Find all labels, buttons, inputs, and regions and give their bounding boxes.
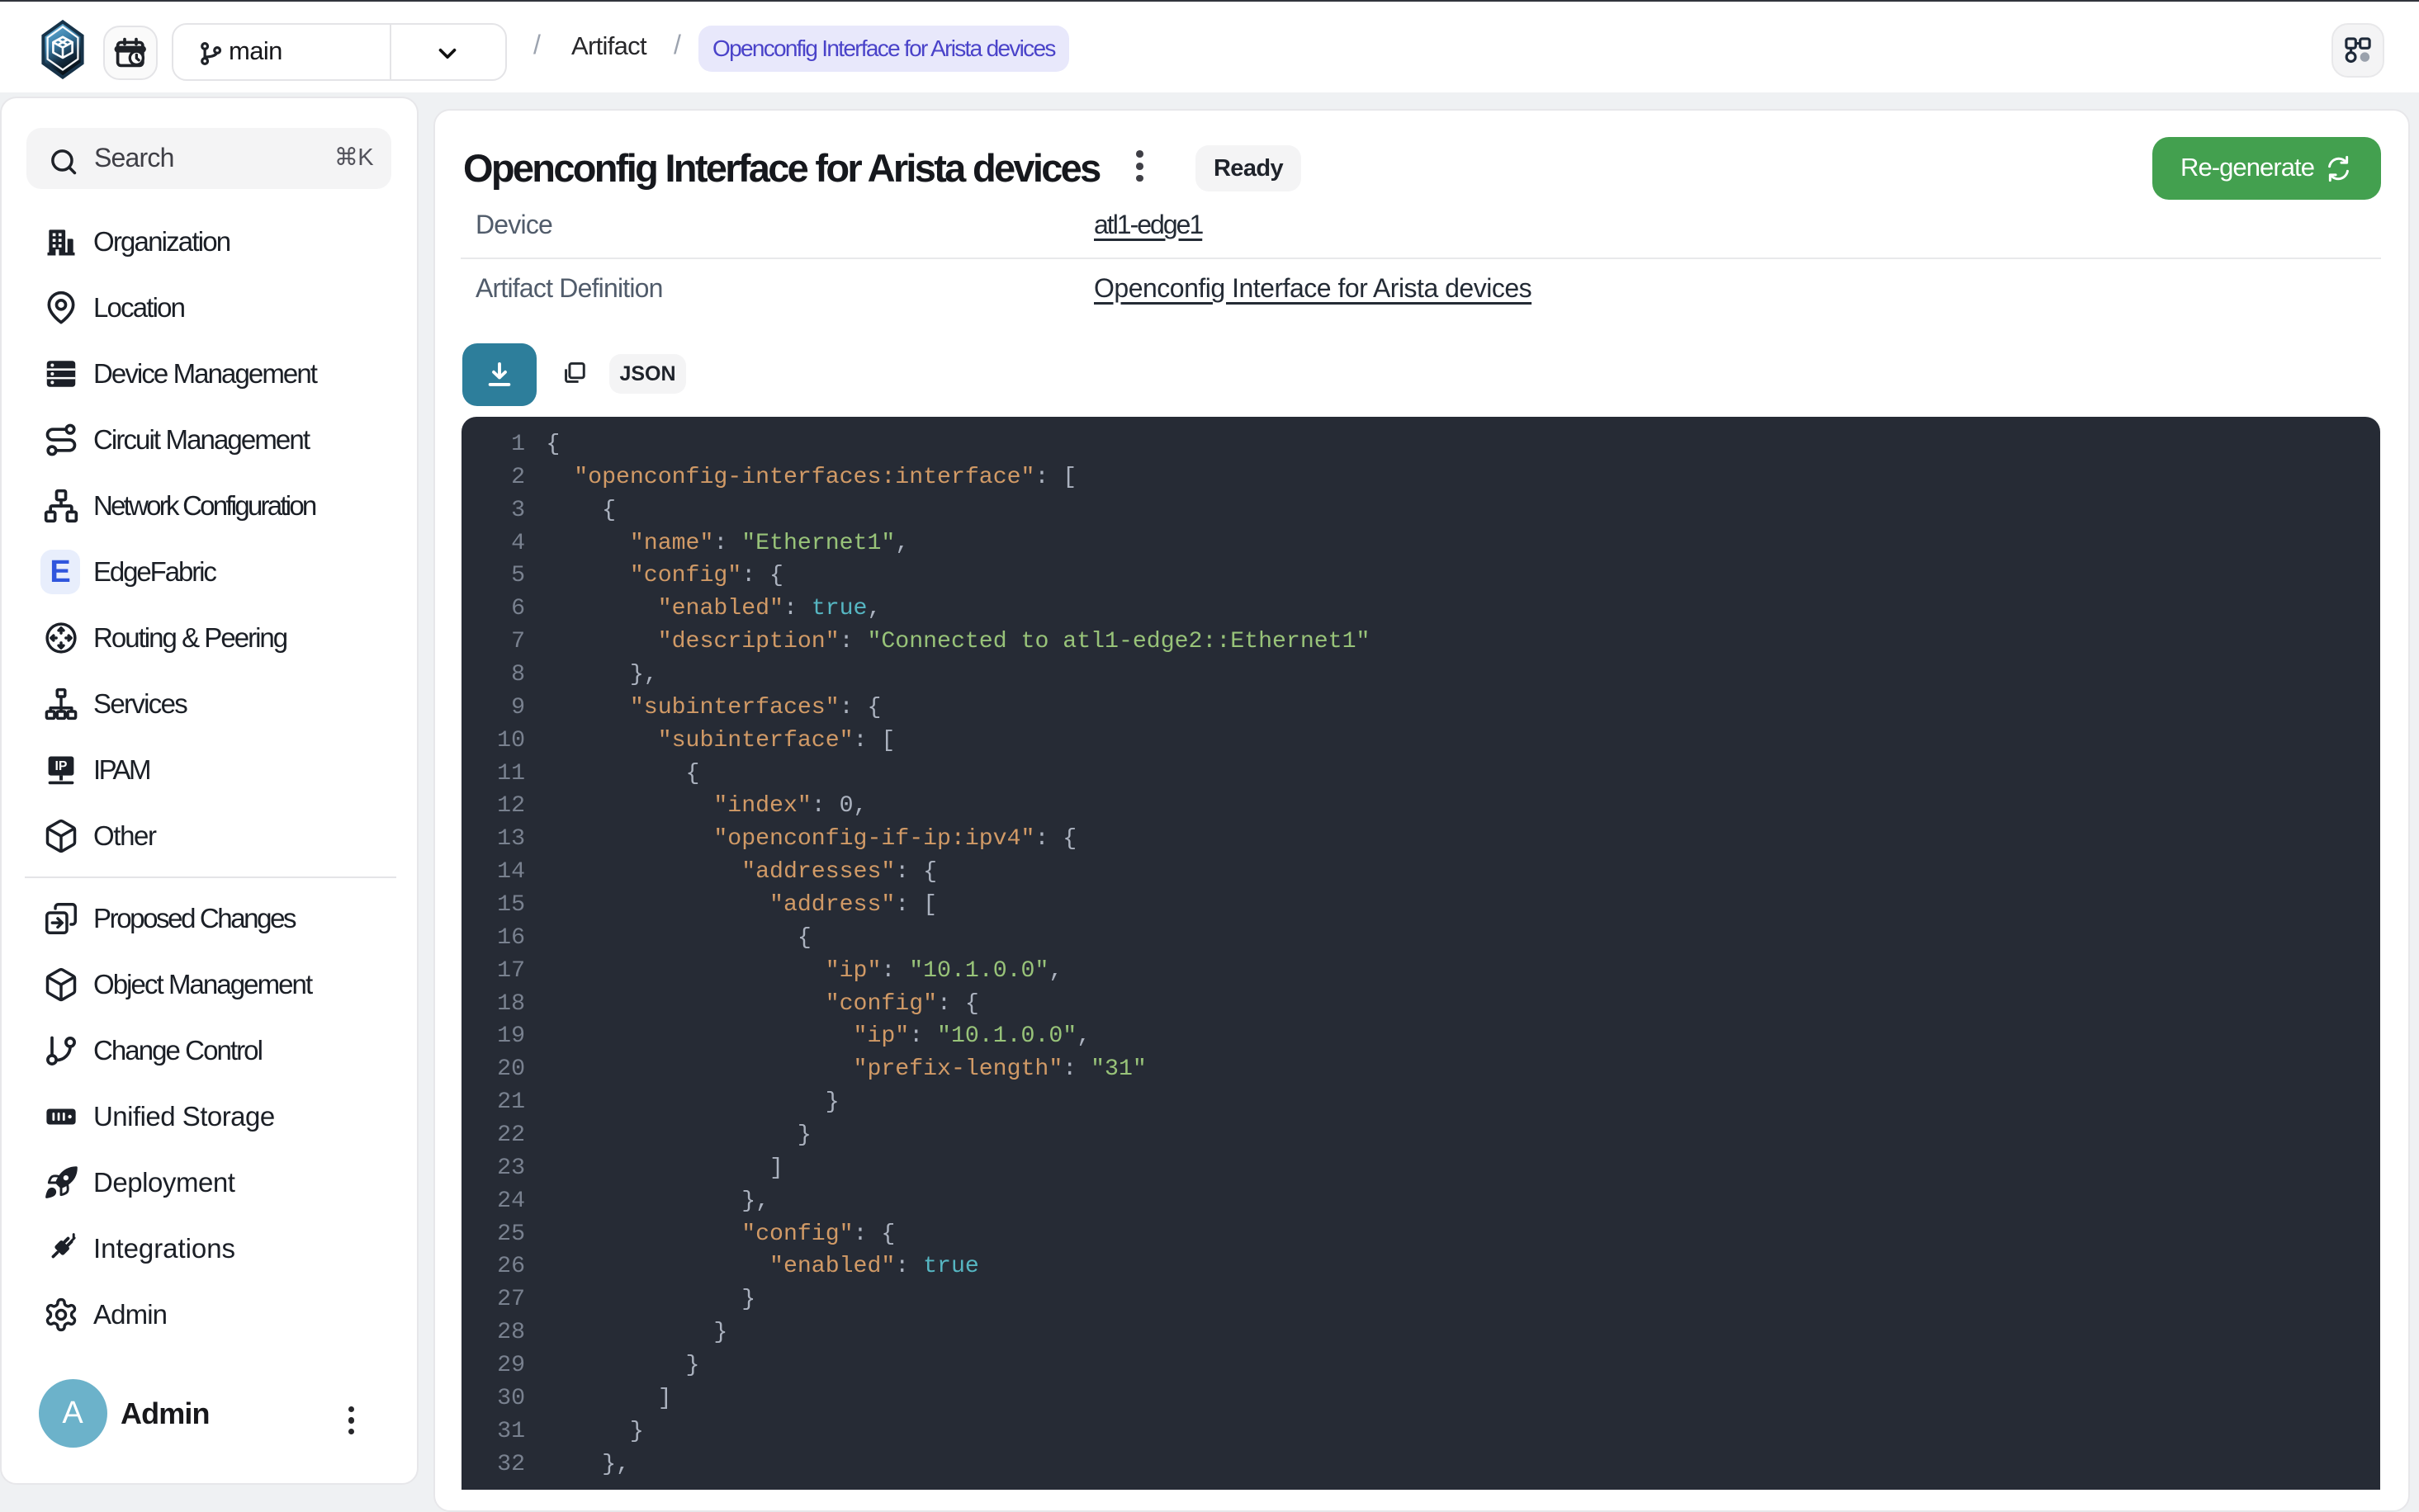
svg-text:IP: IP bbox=[55, 759, 68, 773]
